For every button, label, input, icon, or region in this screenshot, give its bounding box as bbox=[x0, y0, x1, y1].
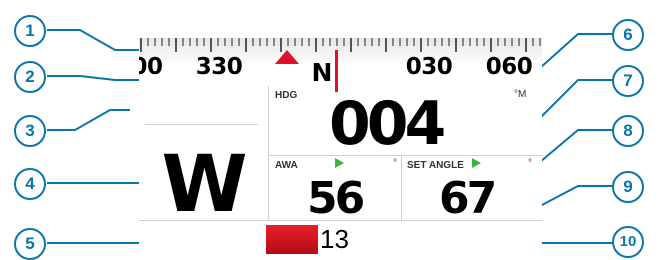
divider bbox=[401, 155, 402, 220]
callout-4: 4 bbox=[14, 168, 46, 200]
callout-5: 5 bbox=[14, 228, 46, 260]
wind-direction-marker bbox=[275, 50, 299, 64]
compass-label: 00 bbox=[139, 54, 163, 80]
compass-label: 060 bbox=[485, 54, 533, 80]
awa-label: AWA bbox=[275, 160, 298, 171]
leader-3 bbox=[47, 109, 130, 131]
hdg-label: HDG bbox=[275, 90, 298, 101]
hdg-unit: °M bbox=[514, 89, 527, 100]
set-angle-unit: ° bbox=[528, 158, 532, 169]
awa-value: 56 bbox=[307, 173, 365, 224]
callout-8: 8 bbox=[612, 115, 644, 147]
callout-6: 6 bbox=[612, 19, 644, 51]
compass-label: 330 bbox=[195, 54, 243, 80]
left-panel-top-field[interactable] bbox=[145, 92, 258, 125]
callout-1: 1 bbox=[14, 15, 46, 47]
lubber-line bbox=[335, 50, 338, 92]
cardinal-direction-value: W bbox=[161, 140, 247, 230]
set-angle-indicator-icon bbox=[472, 158, 481, 168]
set-angle-label: SET ANGLE bbox=[407, 160, 464, 171]
compass-north-label: N bbox=[311, 58, 333, 87]
bottom-value: 13 bbox=[320, 224, 349, 254]
heading-value: 004 bbox=[329, 89, 446, 159]
instrument-screen: 00 330 030 060 N W HDG °M 004 AWA ° 56 S… bbox=[139, 26, 542, 254]
left-panel[interactable]: W bbox=[139, 86, 264, 246]
set-angle-value: 67 bbox=[439, 173, 497, 224]
callout-2: 2 bbox=[14, 61, 46, 93]
callout-3: 3 bbox=[14, 115, 46, 147]
port-side-indicator bbox=[266, 225, 318, 254]
awa-indicator-icon bbox=[335, 158, 344, 168]
callout-7: 7 bbox=[612, 65, 644, 97]
awa-unit: ° bbox=[393, 158, 397, 169]
callout-9: 9 bbox=[612, 171, 644, 203]
callout-10: 10 bbox=[612, 226, 644, 258]
divider bbox=[268, 86, 269, 220]
compass-label: 030 bbox=[405, 54, 453, 80]
